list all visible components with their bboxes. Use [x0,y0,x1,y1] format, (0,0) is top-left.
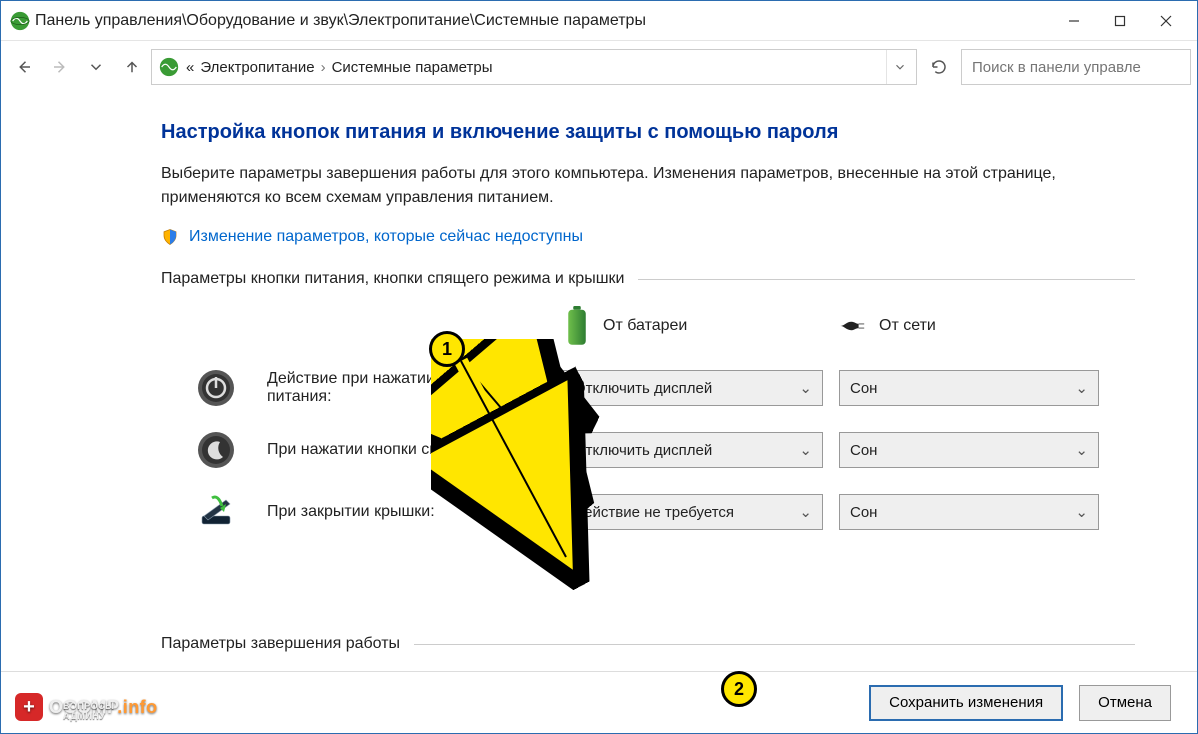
nav-up-button[interactable] [115,50,149,84]
breadcrumb-item[interactable]: Системные параметры [332,59,493,76]
chevron-down-icon: ⌄ [799,441,812,459]
sleep-button-ac-select[interactable]: Сон ⌄ [839,432,1099,468]
power-button-icon [196,368,236,408]
chevron-right-icon: › [321,59,326,76]
refresh-button[interactable] [919,49,959,85]
link-text: Изменение параметров, которые сейчас нед… [189,228,583,246]
titlebar: Панель управления\Оборудование и звук\Эл… [1,1,1197,41]
select-value: Сон [850,380,877,397]
save-button[interactable]: Сохранить изменения [869,685,1063,721]
chevron-down-icon: ⌄ [1075,503,1088,521]
row-label-lid-close: При закрытии крышки: [267,503,547,521]
power-settings-grid: От батареи От сети Действие при нажатии … [161,306,1135,532]
nav-forward-button[interactable] [43,50,77,84]
column-header-label: От сети [879,317,936,335]
lid-close-ac-select[interactable]: Сон ⌄ [839,494,1099,530]
button-label: Сохранить изменения [889,694,1043,711]
divider [414,644,1135,645]
close-button[interactable] [1143,5,1189,37]
group-header-shutdown: Параметры завершения работы [161,635,1135,653]
breadcrumb-prefix[interactable]: « [186,59,194,76]
row-label-power-button: Действие при нажатии кнопки питания: [267,370,547,406]
chevron-down-icon: ⌄ [799,379,812,397]
breadcrumb[interactable]: « Электропитание › Системные параметры [151,49,917,85]
breadcrumb-item[interactable]: Электропитание [200,59,314,76]
shield-icon [161,228,179,246]
logo-subtitle: ВОПРОСЫ АДМИНУ [63,701,158,721]
group-header-label: Параметры кнопки питания, кнопки спящего… [161,270,624,288]
sleep-button-icon [196,430,236,470]
nav-recent-dropdown[interactable] [79,50,113,84]
plug-icon [839,306,867,346]
sleep-button-battery-select[interactable]: Отключить дисплей ⌄ [563,432,823,468]
cancel-button[interactable]: Отмена [1079,685,1171,721]
select-value: Отключить дисплей [574,442,712,459]
search-box[interactable] [961,49,1191,85]
select-value: Отключить дисплей [574,380,712,397]
column-header-battery: От батареи [563,306,823,346]
select-value: Действие не требуется [574,504,734,521]
chevron-down-icon: ⌄ [1075,379,1088,397]
chevron-down-icon: ⌄ [799,503,812,521]
column-header-ac: От сети [839,306,1099,346]
control-panel-icon [9,10,31,32]
power-button-battery-select[interactable]: Отключить дисплей ⌄ [563,370,823,406]
plus-icon: + [15,693,43,721]
breadcrumb-dropdown[interactable] [886,50,912,84]
select-value: Сон [850,504,877,521]
button-bar: Сохранить изменения Отмена [1,671,1197,733]
navbar: « Электропитание › Системные параметры [1,41,1197,93]
column-header-label: От батареи [603,317,687,335]
chevron-down-icon: ⌄ [1075,441,1088,459]
group-header-label: Параметры завершения работы [161,635,400,653]
content-pane: Настройка кнопок питания и включение защ… [1,99,1197,671]
group-header-buttons: Параметры кнопки питания, кнопки спящего… [161,270,1135,288]
minimize-button[interactable] [1051,5,1097,37]
nav-back-button[interactable] [7,50,41,84]
power-button-ac-select[interactable]: Сон ⌄ [839,370,1099,406]
lid-close-battery-select[interactable]: Действие не требуется ⌄ [563,494,823,530]
divider [638,279,1135,280]
page-title: Настройка кнопок питания и включение защ… [161,121,1135,144]
lid-close-icon [196,492,236,532]
select-value: Сон [850,442,877,459]
row-label-sleep-button: При нажатии кнопки сна: [267,441,547,459]
battery-icon [563,306,591,346]
search-input[interactable] [970,58,1182,77]
change-unavailable-settings-link[interactable]: Изменение параметров, которые сейчас нед… [161,228,1135,246]
control-panel-icon [158,56,180,78]
button-label: Отмена [1098,694,1152,711]
page-description: Выберите параметры завершения работы для… [161,162,1101,210]
window-title: Панель управления\Оборудование и звук\Эл… [31,12,1051,30]
maximize-button[interactable] [1097,5,1143,37]
ocomp-logo: + OCOMP.info ВОПРОСЫ АДМИНУ [15,693,158,721]
